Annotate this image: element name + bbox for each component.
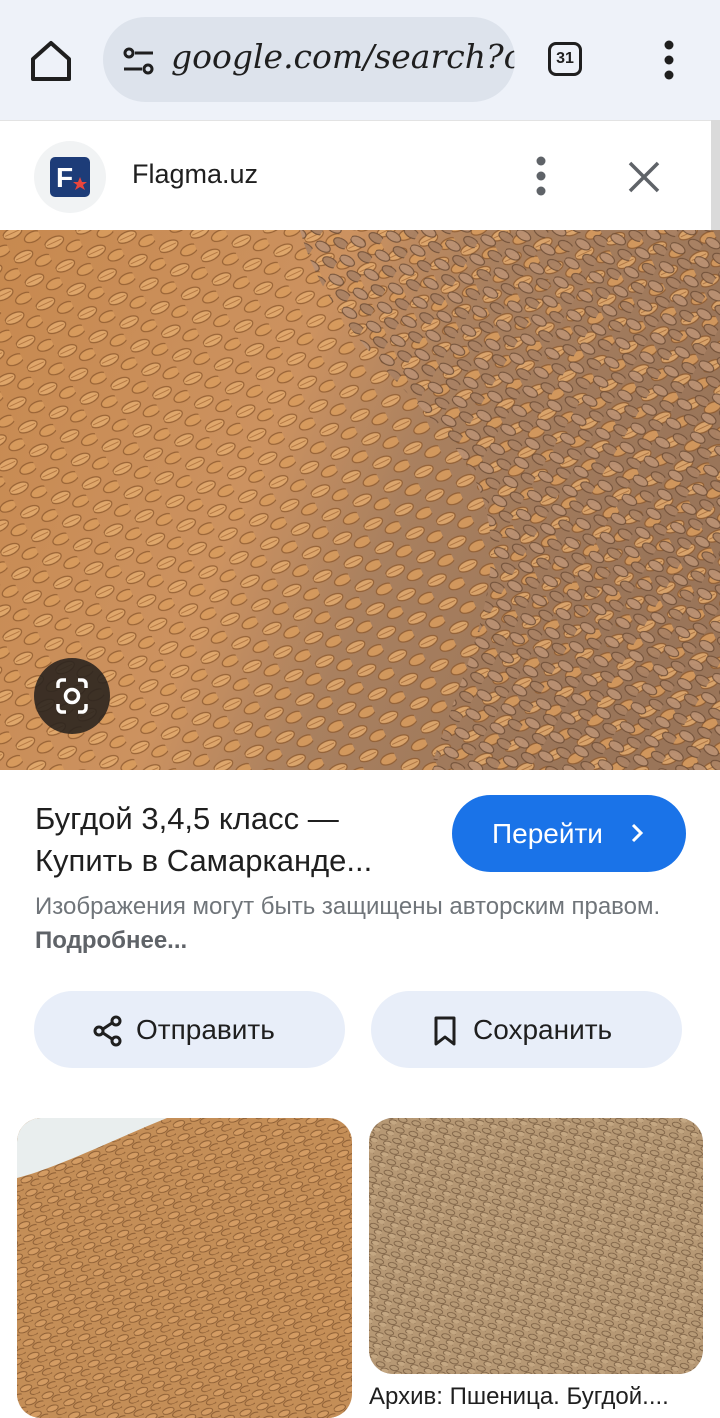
main-image[interactable] bbox=[0, 230, 720, 770]
copyright-text: Изображения могут быть защищены авторски… bbox=[35, 893, 661, 920]
related-caption-2[interactable]: Архив: Пшеница. Бугдой.... bbox=[369, 1383, 703, 1411]
bookmark-icon bbox=[434, 1016, 456, 1046]
related-image-2[interactable] bbox=[369, 1118, 703, 1374]
site-logo[interactable]: F bbox=[34, 141, 106, 213]
share-icon bbox=[93, 1015, 122, 1047]
share-label: Отправить bbox=[136, 1014, 275, 1045]
close-icon[interactable] bbox=[624, 157, 664, 197]
save-button[interactable]: Сохранить bbox=[371, 991, 682, 1068]
tune-icon[interactable] bbox=[121, 43, 157, 79]
related-image-1[interactable] bbox=[17, 1118, 352, 1418]
url-bar[interactable]: google.com/search?c bbox=[103, 17, 515, 102]
more-vert-icon[interactable] bbox=[528, 155, 554, 199]
visit-label: Перейти bbox=[492, 818, 603, 849]
home-icon[interactable] bbox=[28, 38, 74, 84]
copyright-notice: Изображения могут быть защищены авторски… bbox=[35, 890, 675, 958]
result-title[interactable]: Бугдой 3,4,5 класс — Купить в Самарканде… bbox=[35, 798, 435, 882]
more-vert-icon[interactable] bbox=[654, 38, 684, 84]
tab-switcher-icon[interactable]: 31 bbox=[548, 42, 582, 76]
url-text[interactable]: google.com/search?c bbox=[171, 37, 515, 76]
sheet-header: F Flagma.uz bbox=[0, 120, 720, 231]
chevron-right-icon bbox=[631, 823, 644, 843]
learn-more-link[interactable]: Подробнее... bbox=[35, 927, 187, 954]
share-button[interactable]: Отправить bbox=[34, 991, 345, 1068]
scrollbar[interactable] bbox=[711, 120, 720, 230]
browser-toolbar: google.com/search?c 31 bbox=[0, 0, 720, 120]
visit-button[interactable]: Перейти bbox=[452, 795, 686, 872]
save-label: Сохранить bbox=[473, 1014, 613, 1045]
logo-letter: F bbox=[56, 162, 73, 193]
site-name[interactable]: Flagma.uz bbox=[132, 159, 258, 190]
google-lens-icon[interactable] bbox=[34, 658, 110, 734]
